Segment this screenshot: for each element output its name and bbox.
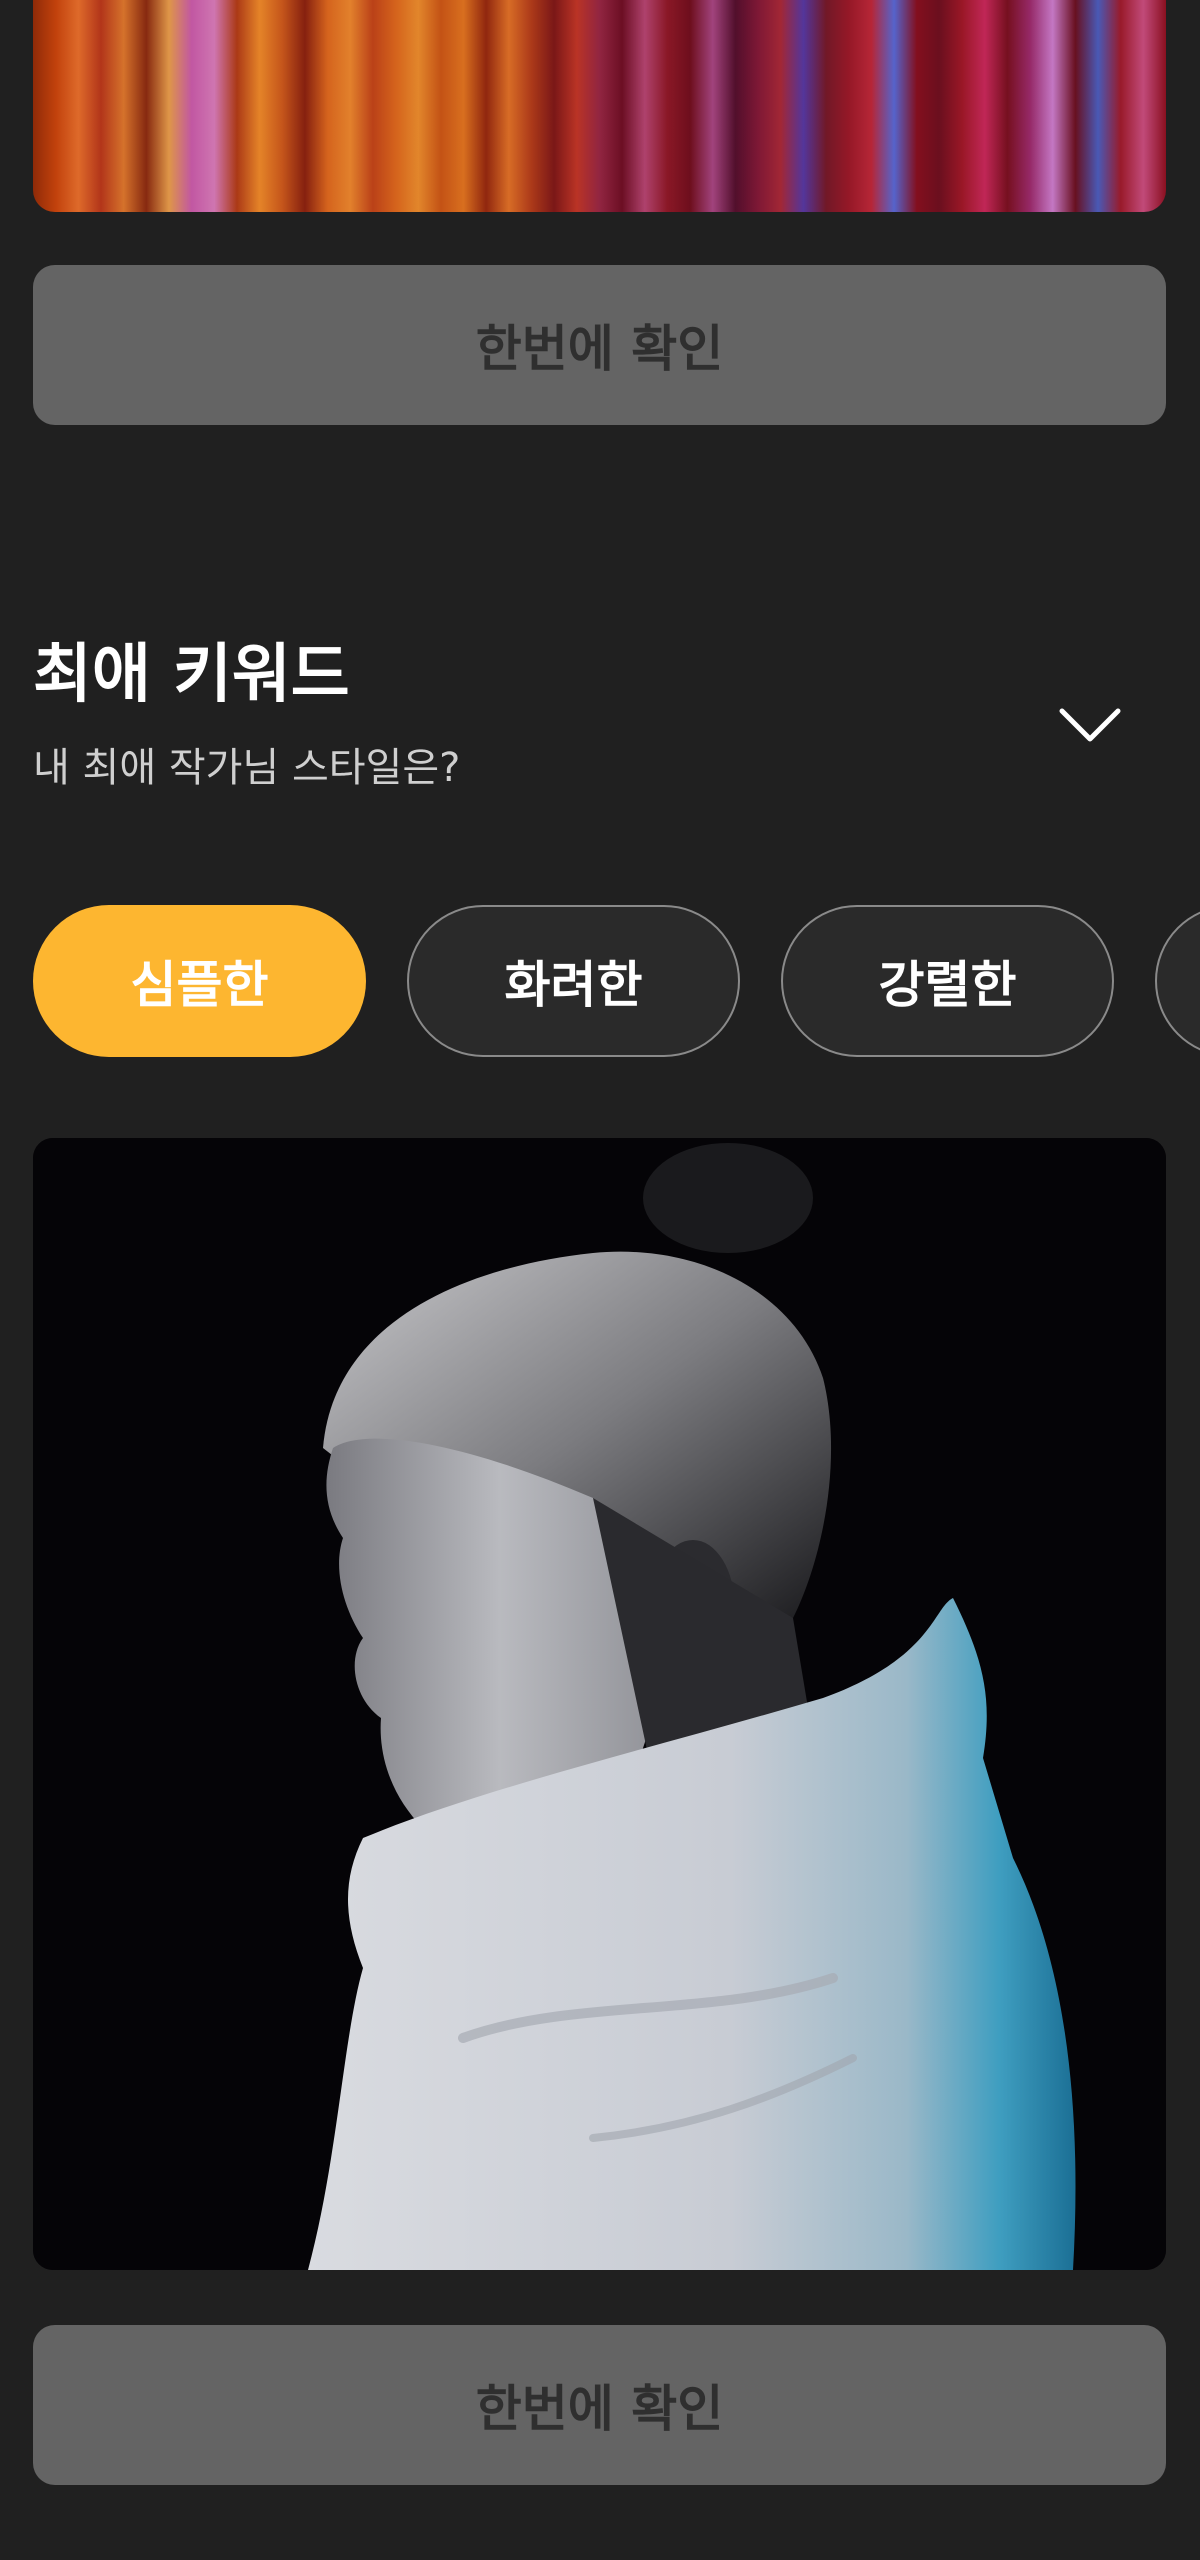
- page: 한번에 확인 최애 키워드 내 최애 작가님 스타일은? 심플한 화려한 강렬한: [0, 0, 1200, 2560]
- artwork-banner-image[interactable]: [33, 0, 1166, 212]
- keyword-chip-fancy[interactable]: 화려한: [407, 905, 740, 1057]
- confirm-all-button-bottom[interactable]: 한번에 확인: [33, 2325, 1166, 2485]
- keyword-chip-list: 심플한 화려한 강렬한: [33, 905, 1200, 1057]
- keyword-chip-partial[interactable]: [1155, 905, 1200, 1057]
- chevron-down-icon[interactable]: [1055, 695, 1125, 755]
- confirm-all-button-top[interactable]: 한번에 확인: [33, 265, 1166, 425]
- section-title: 최애 키워드: [33, 638, 350, 712]
- keyword-chip-simple[interactable]: 심플한: [33, 905, 366, 1057]
- portrait-photo[interactable]: [33, 1138, 1166, 2270]
- section-subtitle: 내 최애 작가님 스타일은?: [33, 745, 461, 791]
- keyword-chip-intense[interactable]: 강렬한: [781, 905, 1114, 1057]
